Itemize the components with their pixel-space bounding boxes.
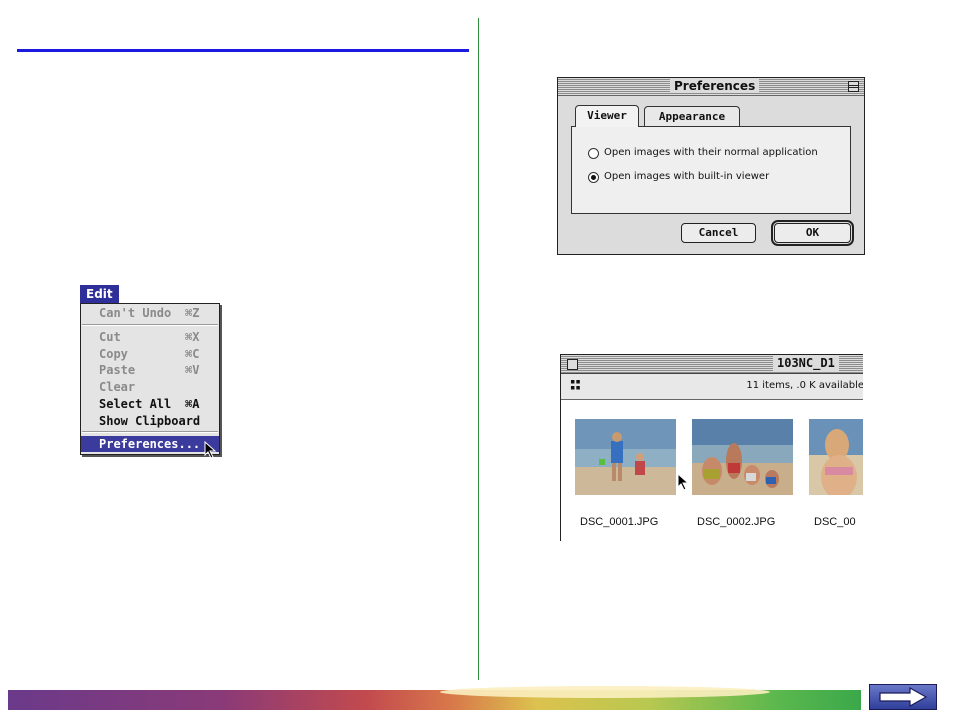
menu-separator — [82, 431, 218, 433]
menu-item-clear[interactable]: Clear — [81, 379, 219, 395]
preferences-dialog: Preferences Viewer Appearance Open image… — [557, 77, 865, 255]
view-grid-icon[interactable]: ▪▪ ▪▪ — [570, 378, 582, 393]
dialog-title: Preferences — [670, 79, 760, 93]
right-arrow-icon — [879, 686, 928, 708]
viewer-panel: Open images with their normal applicatio… — [571, 126, 851, 214]
arrow-cursor-icon — [204, 441, 217, 459]
menu-separator — [82, 324, 218, 326]
finder-window: 103NC_D1 ▪▪▪▪ 11 items, .0 K available — [560, 354, 863, 541]
menu-item-paste[interactable]: Paste ⌘V — [81, 362, 219, 378]
menu-item-show-clipboard[interactable]: Show Clipboard — [81, 413, 219, 429]
tab-viewer[interactable]: Viewer — [575, 105, 639, 127]
tab-appearance[interactable]: Appearance — [644, 106, 740, 126]
window-info-bar: ▪▪ ▪▪ 11 items, .0 K available — [561, 374, 863, 400]
items-available-text: 11 items, .0 K available — [746, 380, 863, 391]
edit-menu-title[interactable]: Edit — [80, 285, 119, 303]
menu-item-copy[interactable]: Copy ⌘C — [81, 346, 219, 362]
dialog-titlebar[interactable]: Preferences — [558, 78, 864, 96]
radio-normal-application[interactable] — [588, 148, 599, 159]
menu-item-cant-undo[interactable]: Can't Undo ⌘Z — [81, 305, 219, 321]
cancel-button[interactable]: Cancel — [681, 223, 756, 243]
header-rule — [17, 49, 469, 52]
edit-menu: Can't Undo ⌘Z Cut ⌘X Copy ⌘C Paste ⌘V Clear … — [80, 303, 220, 455]
thumbnail-dsc-0002[interactable] — [692, 419, 793, 495]
file-name-dsc-0001[interactable]: DSC_0001.JPG — [580, 516, 658, 528]
option-label-built-in-viewer: Open images with built-in viewer — [604, 171, 770, 182]
ok-button[interactable]: OK — [771, 220, 854, 246]
window-title: 103NC_D1 — [773, 356, 839, 371]
close-box-icon[interactable] — [567, 359, 578, 370]
file-name-dsc-0003[interactable]: DSC_00 — [814, 516, 856, 528]
menu-item-preferences[interactable]: Preferences... — [81, 436, 219, 452]
column-divider — [478, 18, 479, 680]
thumbnail-dsc-0003[interactable] — [809, 419, 863, 495]
arrow-cursor-icon — [677, 473, 689, 491]
window-titlebar[interactable]: 103NC_D1 — [561, 355, 863, 374]
radio-built-in-viewer[interactable] — [588, 172, 599, 183]
file-name-dsc-0002[interactable]: DSC_0002.JPG — [697, 516, 775, 528]
menu-item-cut[interactable]: Cut ⌘X — [81, 329, 219, 345]
menu-item-select-all[interactable]: Select All ⌘A — [81, 396, 219, 412]
footer-highlight — [440, 686, 770, 698]
collapse-box-icon[interactable] — [848, 81, 859, 92]
option-label-normal-application: Open images with their normal applicatio… — [604, 147, 818, 158]
next-page-button[interactable] — [869, 684, 937, 710]
thumbnail-dsc-0001[interactable] — [575, 419, 676, 495]
